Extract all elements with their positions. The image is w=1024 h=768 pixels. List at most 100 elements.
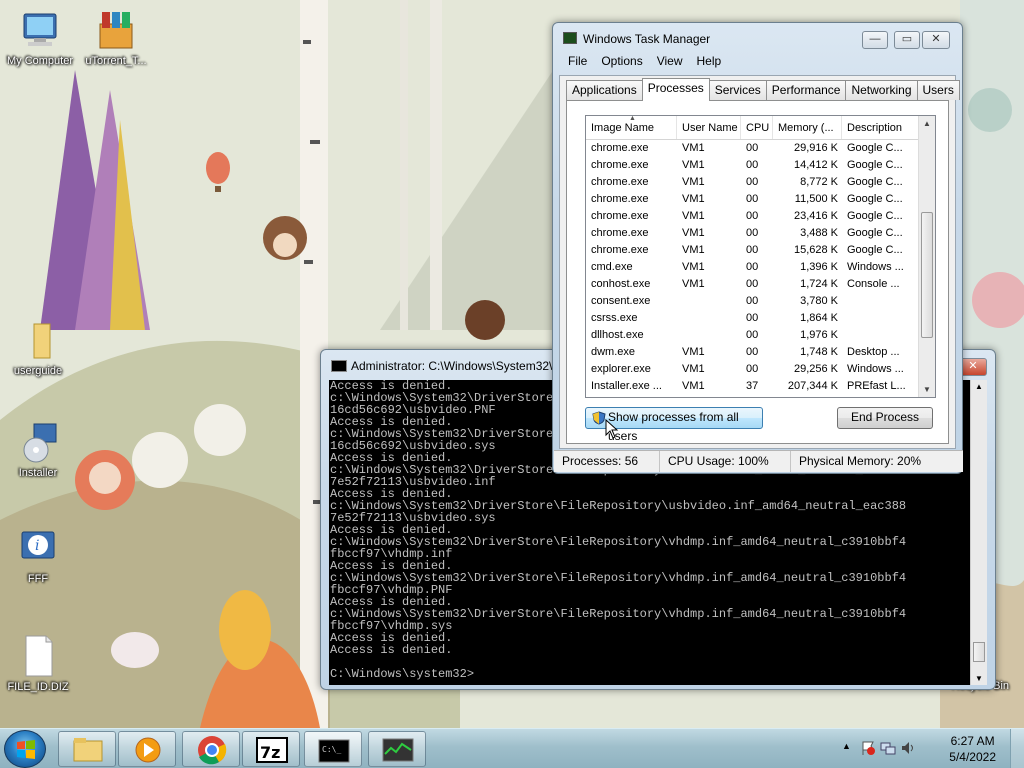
desktop-icon-fff[interactable]: i FFF	[0, 526, 78, 585]
close-button[interactable]: ✕	[922, 31, 950, 49]
process-list[interactable]: ▲ Image Name User Name CPU Memory (... D…	[585, 115, 936, 398]
menu-help[interactable]: Help	[690, 52, 729, 72]
7zip-icon: 7z	[256, 737, 288, 763]
taskbar-cmd[interactable]: C:\_	[304, 731, 362, 767]
process-memory: 207,344 K	[787, 380, 838, 392]
process-row[interactable]: csrss.exe 00 1,864 K	[586, 310, 935, 327]
process-description: Desktop ...	[847, 346, 900, 358]
installer-icon	[16, 420, 60, 464]
process-image-name: cmd.exe	[591, 261, 633, 273]
desktop-icon-my-computer[interactable]: My Computer	[0, 8, 80, 67]
taskmgr-titlebar[interactable]: Windows Task Manager — ▭ ✕	[553, 23, 962, 53]
taskbar-media-player[interactable]	[118, 731, 176, 767]
process-description	[842, 293, 920, 310]
process-row[interactable]: chrome.exe VM1 00 11,500 K Google C...	[586, 191, 935, 208]
status-physical-memory: Physical Memory: 20%	[799, 454, 922, 468]
tab-services[interactable]: Services	[708, 80, 767, 100]
cmd-scrollbar[interactable]: ▲ ▼	[970, 380, 987, 685]
start-button[interactable]	[4, 730, 46, 768]
process-cpu: 00	[746, 227, 759, 239]
column-memory[interactable]: Memory (...	[773, 116, 842, 139]
task-manager-window[interactable]: Windows Task Manager — ▭ ✕ File Options …	[552, 22, 963, 474]
process-cpu: 00	[746, 210, 759, 222]
process-image-name: dllhost.exe	[591, 329, 644, 341]
taskbar-7zip[interactable]: 7z	[242, 731, 300, 767]
process-image-name: chrome.exe	[591, 244, 649, 256]
scroll-down-arrow-icon[interactable]: ▼	[923, 385, 931, 394]
process-memory: 1,724 K	[800, 278, 838, 290]
process-user-name: VM1	[682, 244, 705, 256]
process-row[interactable]: Installer.exe ... VM1 37 207,344 K PREfast L…	[586, 378, 935, 395]
menu-view[interactable]: View	[650, 52, 690, 72]
task-manager-icon	[563, 32, 577, 44]
desktop-icon-file-id-diz[interactable]: FILE_ID.DIZ	[0, 634, 78, 693]
show-hidden-icons-icon[interactable]: ▲	[842, 741, 851, 751]
process-memory: 15,628 K	[793, 244, 838, 256]
computer-icon	[18, 8, 62, 52]
process-row[interactable]: chrome.exe VM1 00 3,488 K Google C...	[586, 225, 935, 242]
process-row[interactable]: chrome.exe VM1 00 23,416 K Google C...	[586, 208, 935, 225]
tab-applications[interactable]: Applications	[566, 80, 643, 100]
console-line: C:\Windows\system32>	[330, 667, 475, 681]
maximize-button[interactable]: ▭	[894, 31, 920, 49]
process-description: PREfast L...	[847, 380, 906, 392]
process-list-header: ▲ Image Name User Name CPU Memory (... D…	[586, 116, 935, 140]
process-row[interactable]: explorer.exe VM1 00 29,256 K Windows ...	[586, 361, 935, 378]
scroll-up-arrow-icon[interactable]: ▲	[975, 382, 983, 391]
desktop-icon-utorrent[interactable]: uTorrent_T...	[76, 8, 156, 67]
system-tray: ▲ 6:27 AM 5/4/2022	[834, 729, 1024, 768]
process-memory: 1,748 K	[800, 346, 838, 358]
desktop-icon-label: FILE_ID.DIZ	[7, 681, 69, 693]
network-icon[interactable]	[880, 740, 896, 756]
tab-performance[interactable]: Performance	[765, 80, 847, 100]
desktop-icon-userguide[interactable]: userguide	[0, 318, 78, 377]
process-image-name: dwm.exe	[591, 346, 636, 358]
process-row[interactable]: chrome.exe VM1 00 14,412 K Google C...	[586, 157, 935, 174]
taskbar-chrome[interactable]	[182, 731, 240, 767]
media-player-icon	[135, 737, 161, 763]
process-image-name: chrome.exe	[591, 210, 649, 222]
winrar-archive-icon	[94, 8, 138, 52]
process-list-scrollbar[interactable]: ▲ ▼	[918, 116, 935, 397]
column-cpu[interactable]: CPU	[741, 116, 773, 139]
process-memory: 3,780 K	[800, 295, 838, 307]
process-description: Google C...	[847, 176, 903, 188]
close-button[interactable]: ✕	[959, 358, 987, 376]
taskmgr-title: Windows Task Manager	[583, 32, 711, 46]
desktop-icon-label: Installer	[18, 467, 58, 479]
action-center-flag-icon[interactable]	[860, 740, 876, 756]
scroll-up-arrow-icon[interactable]: ▲	[923, 119, 931, 128]
process-row[interactable]: chrome.exe VM1 00 8,772 K Google C...	[586, 174, 935, 191]
process-row[interactable]: chrome.exe VM1 00 15,628 K Google C...	[586, 242, 935, 259]
info-icon: i	[16, 526, 60, 570]
desktop-icon-label: uTorrent_T...	[85, 55, 147, 67]
scroll-thumb[interactable]	[973, 642, 985, 662]
column-user-name[interactable]: User Name	[677, 116, 741, 139]
process-row[interactable]: conhost.exe VM1 00 1,724 K Console ...	[586, 276, 935, 293]
process-row[interactable]: dwm.exe VM1 00 1,748 K Desktop ...	[586, 344, 935, 361]
process-memory: 1,976 K	[800, 329, 838, 341]
minimize-button[interactable]: —	[862, 31, 888, 49]
process-row[interactable]: chrome.exe VM1 00 29,916 K Google C...	[586, 140, 935, 157]
show-desktop-button[interactable]	[1010, 729, 1024, 768]
process-row[interactable]: consent.exe 00 3,780 K	[586, 293, 935, 310]
process-row[interactable]: cmd.exe VM1 00 1,396 K Windows ...	[586, 259, 935, 276]
scroll-thumb[interactable]	[921, 212, 933, 338]
tab-networking[interactable]: Networking	[845, 80, 918, 100]
process-description: Google C...	[847, 142, 903, 154]
scroll-down-arrow-icon[interactable]: ▼	[975, 674, 983, 683]
volume-icon[interactable]	[900, 740, 916, 756]
process-row[interactable]: dllhost.exe 00 1,976 K	[586, 327, 935, 344]
status-cpu-usage: CPU Usage: 100%	[660, 451, 791, 472]
folder-icon	[16, 318, 60, 362]
taskbar-task-manager[interactable]	[368, 731, 426, 767]
desktop-icon-installer[interactable]: Installer	[0, 420, 78, 479]
column-description[interactable]: Description	[842, 116, 920, 139]
taskbar-explorer[interactable]	[58, 731, 116, 767]
clock[interactable]: 6:27 AM 5/4/2022	[949, 733, 996, 765]
end-process-button[interactable]: End Process	[837, 407, 933, 429]
tab-processes[interactable]: Processes	[641, 78, 710, 101]
tab-users[interactable]: Users	[916, 80, 960, 100]
menu-file[interactable]: File	[561, 52, 594, 72]
menu-options[interactable]: Options	[594, 52, 649, 72]
